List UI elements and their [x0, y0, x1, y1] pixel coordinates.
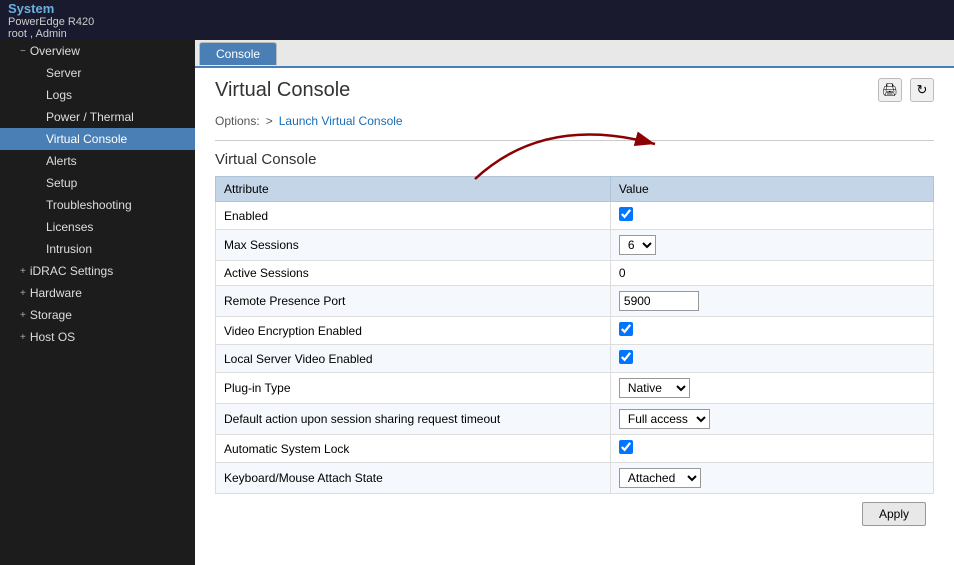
sidebar-item-power-thermal[interactable]: Power / Thermal: [0, 106, 195, 128]
expand-icon: +: [20, 310, 26, 321]
sidebar-item-label: Server: [46, 66, 81, 80]
sidebar-item-troubleshooting[interactable]: Troubleshooting: [0, 194, 195, 216]
sidebar-item-alerts[interactable]: Alerts: [0, 150, 195, 172]
page-content: Virtual Console 🖨 ↻ Options: > Launch Vi…: [195, 68, 954, 565]
sidebar-item-virtual-console[interactable]: Virtual Console: [0, 128, 195, 150]
main-content: Console Virtual Console 🖨 ↻ Options: > L…: [195, 40, 954, 565]
attribute-label: Video Encryption Enabled: [216, 317, 611, 345]
sidebar-item-logs[interactable]: Logs: [0, 84, 195, 106]
attribute-value[interactable]: [610, 317, 933, 345]
launch-virtual-console-link[interactable]: Launch Virtual Console: [279, 114, 403, 128]
sidebar-item-label: Intrusion: [46, 242, 92, 256]
sidebar-item-label: Overview: [30, 44, 80, 58]
attribute-value[interactable]: NativeActiveXJava: [610, 373, 933, 404]
sidebar: −Overview Server Logs Power / Thermal Virtua…: [0, 40, 195, 565]
options-arrow: >: [266, 114, 273, 128]
sidebar-item-host-os[interactable]: + Host OS: [0, 326, 195, 348]
tab-bar: Console: [195, 40, 954, 68]
attribute-table: Attribute Value EnabledMax Sessions 12345…: [215, 176, 934, 494]
checkbox-input[interactable]: [619, 440, 633, 454]
attribute-label: Local Server Video Enabled: [216, 345, 611, 373]
attribute-label: Enabled: [216, 202, 611, 230]
page-icons: 🖨 ↻: [878, 78, 934, 102]
sidebar-item-label: iDRAC Settings: [30, 264, 113, 278]
attribute-label: Automatic System Lock: [216, 435, 611, 463]
sidebar-item-label: Alerts: [46, 154, 77, 168]
sidebar-item-label: Hardware: [30, 286, 82, 300]
options-label: Options:: [215, 114, 260, 128]
select-input[interactable]: AttachedDetached: [619, 468, 701, 488]
select-input[interactable]: 123456: [619, 235, 656, 255]
apply-button[interactable]: Apply: [862, 502, 926, 526]
sidebar-item-licenses[interactable]: Licenses: [0, 216, 195, 238]
select-input[interactable]: NativeActiveXJava: [619, 378, 690, 398]
attribute-value[interactable]: [610, 202, 933, 230]
page-title-row: Virtual Console 🖨 ↻: [215, 78, 934, 102]
table-row: Enabled: [216, 202, 934, 230]
attribute-label: Keyboard/Mouse Attach State: [216, 463, 611, 494]
attribute-value[interactable]: [610, 286, 933, 317]
table-row: Keyboard/Mouse Attach State AttachedDetac…: [216, 463, 934, 494]
print-button[interactable]: 🖨: [878, 78, 902, 102]
sidebar-item-intrusion[interactable]: Intrusion: [0, 238, 195, 260]
sidebar-item-label: Troubleshooting: [46, 198, 132, 212]
table-row: Local Server Video Enabled: [216, 345, 934, 373]
sidebar-item-label: Setup: [46, 176, 77, 190]
select-input[interactable]: Full accessRead onlyDeny: [619, 409, 710, 429]
top-bar: System PowerEdge R420 root , Admin: [0, 0, 954, 40]
apply-row: Apply: [215, 494, 934, 530]
expand-icon: +: [20, 332, 26, 343]
sidebar-item-label: Power / Thermal: [46, 110, 134, 124]
text-input[interactable]: [619, 291, 699, 311]
checkbox-input[interactable]: [619, 322, 633, 336]
sidebar-item-label: Licenses: [46, 220, 93, 234]
attribute-value[interactable]: [610, 345, 933, 373]
table-row: Max Sessions 123456: [216, 230, 934, 261]
attribute-value[interactable]: 123456: [610, 230, 933, 261]
col-attribute: Attribute: [216, 177, 611, 202]
sidebar-item-overview[interactable]: −Overview: [0, 40, 195, 62]
sidebar-item-label: Storage: [30, 308, 72, 322]
sidebar-item-label: Host OS: [30, 330, 75, 344]
checkbox-input[interactable]: [619, 207, 633, 221]
expand-icon: +: [20, 288, 26, 299]
system-subtitle: PowerEdge R420 root , Admin: [8, 16, 94, 40]
attribute-label: Active Sessions: [216, 261, 611, 286]
sidebar-item-setup[interactable]: Setup: [0, 172, 195, 194]
console-tab[interactable]: Console: [199, 42, 277, 65]
attribute-value[interactable]: Full accessRead onlyDeny: [610, 404, 933, 435]
table-row: Automatic System Lock: [216, 435, 934, 463]
table-row: Remote Presence Port: [216, 286, 934, 317]
attribute-label: Remote Presence Port: [216, 286, 611, 317]
sidebar-item-label: Virtual Console: [46, 132, 127, 146]
sidebar-item-idrac-settings[interactable]: + iDRAC Settings: [0, 260, 195, 282]
expand-icon: +: [20, 266, 26, 277]
table-row: Default action upon session sharing requ…: [216, 404, 934, 435]
options-row: Options: > Launch Virtual Console: [215, 114, 934, 128]
system-title: System: [8, 1, 94, 16]
sidebar-item-storage[interactable]: + Storage: [0, 304, 195, 326]
checkbox-input[interactable]: [619, 350, 633, 364]
attribute-value[interactable]: [610, 435, 933, 463]
col-value: Value: [610, 177, 933, 202]
attribute-label: Default action upon session sharing requ…: [216, 404, 611, 435]
refresh-button[interactable]: ↻: [910, 78, 934, 102]
table-row: Video Encryption Enabled: [216, 317, 934, 345]
sidebar-item-label: Logs: [46, 88, 72, 102]
sidebar-item-server[interactable]: Server: [0, 62, 195, 84]
attribute-label: Max Sessions: [216, 230, 611, 261]
attribute-label: Plug-in Type: [216, 373, 611, 404]
page-title: Virtual Console: [215, 79, 350, 102]
attribute-value: 0: [610, 261, 933, 286]
table-row: Plug-in Type NativeActiveXJava: [216, 373, 934, 404]
section-title: Virtual Console: [215, 151, 934, 168]
table-row: Active Sessions0: [216, 261, 934, 286]
options-section: Options: > Launch Virtual Console: [215, 114, 934, 128]
collapse-icon: −: [20, 46, 26, 57]
attribute-value[interactable]: AttachedDetached: [610, 463, 933, 494]
sidebar-item-hardware[interactable]: + Hardware: [0, 282, 195, 304]
